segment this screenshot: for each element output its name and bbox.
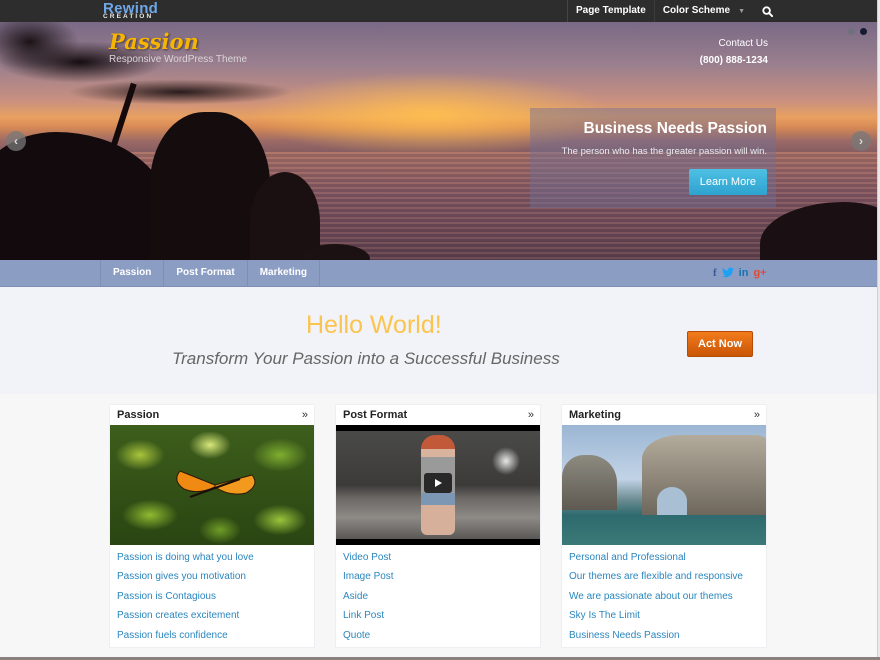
twitter-icon[interactable]: [721, 267, 734, 281]
box-link[interactable]: Passion is doing what you love: [117, 548, 307, 567]
rock-shape: [562, 455, 617, 510]
main-menu-item-post-format[interactable]: Post Format: [164, 260, 248, 287]
butterfly-graphic: [176, 470, 256, 498]
box-marketing: Marketing » Personal and Professional Ou…: [561, 404, 767, 648]
main-nav-bar: Passion Post Format Marketing f in g+: [0, 260, 877, 287]
box-link[interactable]: Passion fuels confidence: [117, 626, 307, 645]
box-link[interactable]: Link Post: [343, 606, 533, 625]
arch-opening: [657, 487, 687, 515]
caret-down-icon: ▼: [738, 8, 745, 15]
top-nav-label: Page Template: [575, 5, 646, 16]
cta-subheading: Transform Your Passion into a Successful…: [172, 349, 560, 368]
slide-caption-text: The person who has the greater passion w…: [561, 146, 767, 157]
box-title[interactable]: Post Format: [343, 409, 407, 421]
box-link[interactable]: Quote: [343, 626, 533, 645]
box-link[interactable]: Sky Is The Limit: [569, 606, 759, 625]
facebook-icon[interactable]: f: [713, 267, 717, 281]
slide-caption: Business Needs Passion The person who ha…: [530, 108, 776, 208]
main-menu: Passion Post Format Marketing: [100, 260, 320, 287]
linkedin-icon[interactable]: in: [739, 267, 749, 281]
logo-line2: CREATION: [103, 13, 154, 20]
box-link[interactable]: Aside: [343, 587, 533, 606]
double-chevron-right-icon[interactable]: »: [302, 409, 308, 421]
top-nav: Page Template Color Scheme ▼: [566, 0, 877, 22]
top-bar: Rewind CREATION Page Template Color Sche…: [0, 0, 877, 22]
top-nav-color-scheme[interactable]: Color Scheme ▼: [653, 0, 753, 22]
box-header: Passion »: [110, 405, 314, 425]
box-link-list: Personal and Professional Our themes are…: [562, 545, 766, 645]
contact-phone: (800) 888-1234: [699, 55, 768, 66]
contact-label[interactable]: Contact Us: [700, 38, 768, 49]
box-link[interactable]: Video Post: [343, 548, 533, 567]
box-post-format: Post Format » Video Post Image Post Asid…: [335, 404, 541, 648]
play-icon: [435, 479, 442, 487]
box-link[interactable]: Passion creates excitement: [117, 606, 307, 625]
butterfly-image[interactable]: [110, 425, 314, 545]
rewind-creation-logo[interactable]: Rewind CREATION: [103, 1, 158, 21]
box-title[interactable]: Passion: [117, 409, 159, 421]
box-link[interactable]: Image Post: [343, 567, 533, 586]
slider-prev-button[interactable]: ‹: [6, 131, 26, 151]
box-link-list: Passion is doing what you love Passion g…: [110, 545, 314, 645]
search-button[interactable]: [753, 0, 781, 22]
social-links: f in g+: [713, 267, 767, 281]
slider-dot-active[interactable]: [860, 28, 867, 35]
video-player[interactable]: [336, 425, 540, 545]
double-chevron-right-icon[interactable]: »: [754, 409, 760, 421]
box-passion: Passion » Passion is doing what you love…: [109, 404, 315, 648]
site-tagline: Responsive WordPress Theme: [109, 54, 248, 65]
box-link[interactable]: Passion is Contagious: [117, 587, 307, 606]
sea-arch-image[interactable]: [562, 425, 766, 545]
main-menu-item-passion[interactable]: Passion: [101, 260, 165, 287]
google-plus-icon[interactable]: g+: [753, 267, 766, 281]
learn-more-button[interactable]: Learn More: [688, 169, 767, 195]
search-icon: [761, 5, 773, 17]
top-nav-label: Color Scheme: [662, 5, 731, 16]
act-now-button[interactable]: Act Now: [687, 331, 753, 357]
play-button[interactable]: [424, 473, 452, 493]
cta-heading: Hello World!: [306, 311, 442, 339]
top-nav-page-template[interactable]: Page Template: [566, 0, 654, 22]
box-link[interactable]: Our themes are flexible and responsive: [569, 567, 759, 586]
slider-next-button[interactable]: ›: [851, 131, 871, 151]
slider-dot[interactable]: [848, 28, 855, 35]
contact-info: Contact Us (800) 888-1234: [700, 38, 768, 66]
double-chevron-right-icon[interactable]: »: [528, 409, 534, 421]
hero-slider: Passion Responsive WordPress Theme Conta…: [0, 22, 877, 260]
call-to-action: Hello World! Transform Your Passion into…: [0, 287, 877, 394]
featured-boxes: Passion » Passion is doing what you love…: [109, 404, 767, 648]
box-link[interactable]: Passion gives you motivation: [117, 567, 307, 586]
box-link[interactable]: Business Needs Passion: [569, 626, 759, 645]
box-header: Post Format »: [336, 405, 540, 425]
chevron-left-icon: ‹: [14, 134, 18, 148]
slide-caption-title: Business Needs Passion: [583, 120, 768, 137]
site-title[interactable]: Passion: [109, 31, 247, 52]
box-header: Marketing »: [562, 405, 766, 425]
box-link[interactable]: Personal and Professional: [569, 548, 759, 567]
box-link[interactable]: We are passionate about our themes: [569, 587, 759, 606]
chevron-right-icon: ›: [859, 134, 863, 148]
site-branding: Passion Responsive WordPress Theme: [109, 31, 247, 65]
box-title[interactable]: Marketing: [569, 409, 621, 421]
main-menu-item-marketing[interactable]: Marketing: [248, 260, 320, 287]
box-link-list: Video Post Image Post Aside Link Post Qu…: [336, 545, 540, 645]
slider-pagination: [848, 28, 867, 35]
